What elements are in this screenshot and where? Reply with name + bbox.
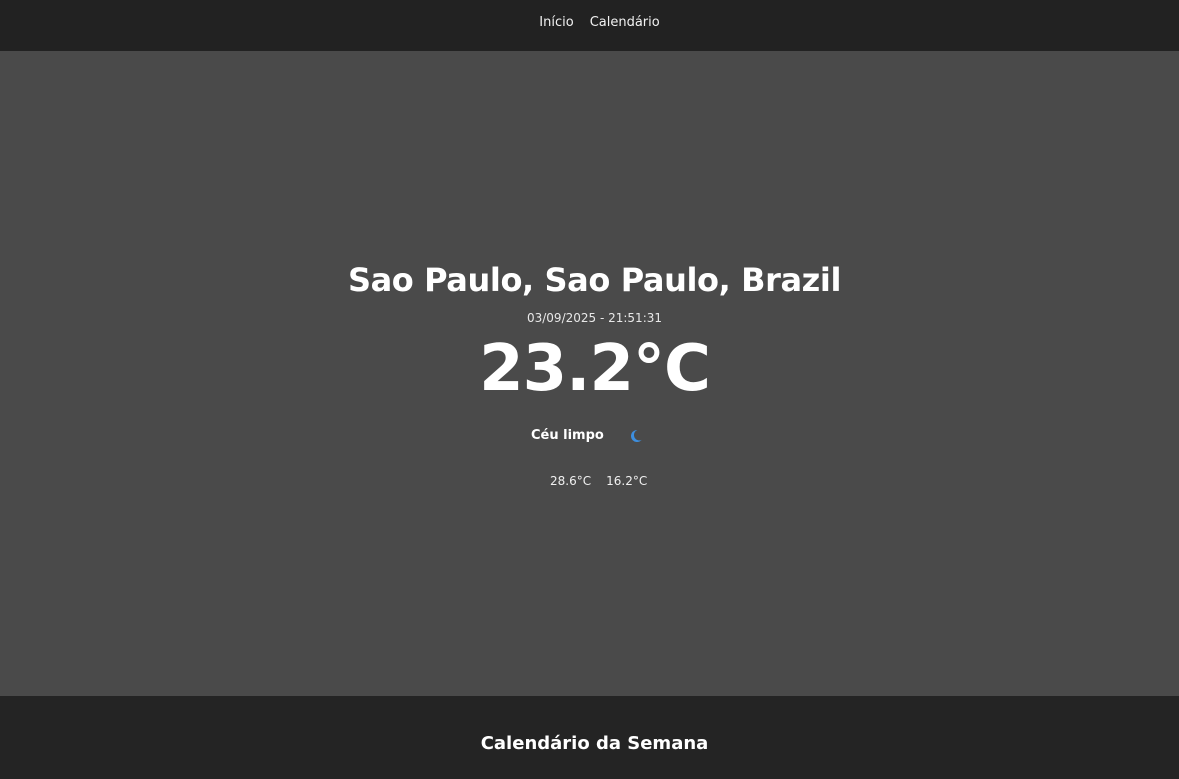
- condition-label: Céu limpo: [531, 428, 604, 443]
- min-max-row: 28.6°C 16.2°C: [550, 474, 647, 488]
- condition-row: Céu limpo: [531, 428, 645, 443]
- max-temperature: 28.6°C: [550, 474, 592, 488]
- moon-icon: [630, 428, 645, 442]
- nav-link-calendario[interactable]: Calendário: [590, 15, 660, 30]
- week-calendar-title: Calendário da Semana: [480, 733, 709, 754]
- nav-link-inicio[interactable]: Início: [539, 15, 573, 30]
- current-temperature: 23.2°C: [479, 332, 711, 406]
- min-temperature: 16.2°C: [606, 474, 648, 488]
- weather-panel: Sao Paulo, Sao Paulo, Brazil 03/09/2025 …: [0, 51, 1179, 696]
- date-time-label: 03/09/2025 - 21:51:31: [526, 311, 663, 325]
- week-calendar-section: Calendário da Semana: [0, 696, 1179, 779]
- top-nav-bar: Início Calendário: [0, 0, 1179, 51]
- location-title: Sao Paulo, Sao Paulo, Brazil: [347, 261, 842, 299]
